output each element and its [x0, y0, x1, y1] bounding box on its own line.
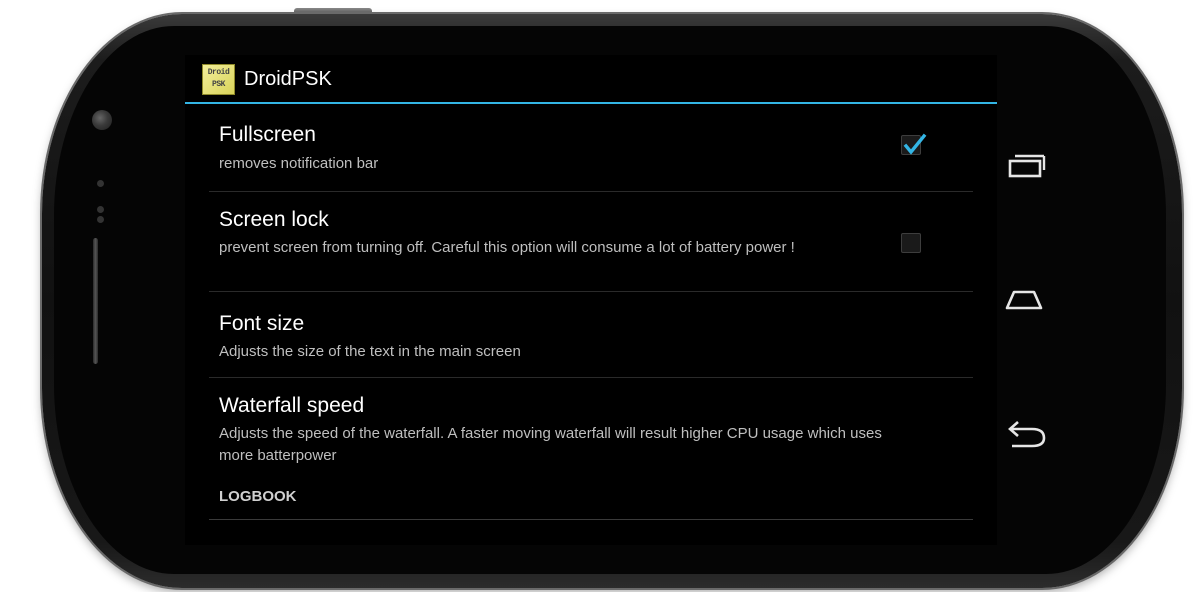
back-icon — [1008, 421, 1046, 448]
back-button[interactable] — [1002, 416, 1050, 456]
fullscreen-checkbox[interactable] — [901, 133, 927, 155]
checkmark-icon — [903, 133, 927, 155]
notification-led — [97, 216, 104, 223]
app-icon-text-line2: PSK — [212, 80, 225, 89]
screen: Droid PSK DroidPSK Fullscreen removes no… — [185, 55, 997, 545]
app-title: DroidPSK — [244, 68, 332, 90]
action-bar: Droid PSK DroidPSK — [185, 55, 997, 104]
recent-apps-button[interactable] — [1002, 150, 1050, 190]
preference-waterfall-speed[interactable]: Waterfall speed Adjusts the speed of the… — [209, 378, 973, 472]
preference-summary: Adjusts the size of the text in the main… — [219, 343, 521, 360]
home-icon — [1005, 290, 1043, 310]
proximity-sensor — [97, 180, 104, 187]
category-label: LOGBOOK — [219, 488, 297, 505]
app-icon-text-line1: Droid — [207, 68, 230, 77]
front-camera — [92, 110, 112, 130]
light-sensor — [97, 206, 104, 213]
preference-title: Waterfall speed — [219, 394, 365, 417]
preference-title: Font size — [219, 312, 305, 335]
preference-summary: prevent screen from turning off. Careful… — [219, 239, 795, 256]
preference-summary: removes notification bar — [219, 155, 379, 172]
category-header-logbook: LOGBOOK — [209, 472, 973, 520]
screen-lock-checkbox[interactable] — [901, 233, 921, 253]
preference-screen-lock[interactable]: Screen lock prevent screen from turning … — [209, 192, 973, 292]
home-button[interactable] — [1002, 280, 1050, 320]
earpiece-speaker — [93, 238, 98, 364]
device-photo: Droid PSK DroidPSK Fullscreen removes no… — [0, 0, 1198, 592]
preference-title: Screen lock — [219, 208, 329, 231]
preferences-list: Fullscreen removes notification bar Scre… — [209, 104, 973, 520]
preference-title: Fullscreen — [219, 123, 316, 146]
preference-fullscreen[interactable]: Fullscreen removes notification bar — [209, 104, 973, 192]
app-icon[interactable]: Droid PSK — [202, 64, 235, 95]
recent-apps-icon — [1008, 154, 1046, 178]
preference-summary: Adjusts the speed of the waterfall. A fa… — [219, 425, 882, 464]
preference-font-size[interactable]: Font size Adjusts the size of the text i… — [209, 292, 973, 378]
